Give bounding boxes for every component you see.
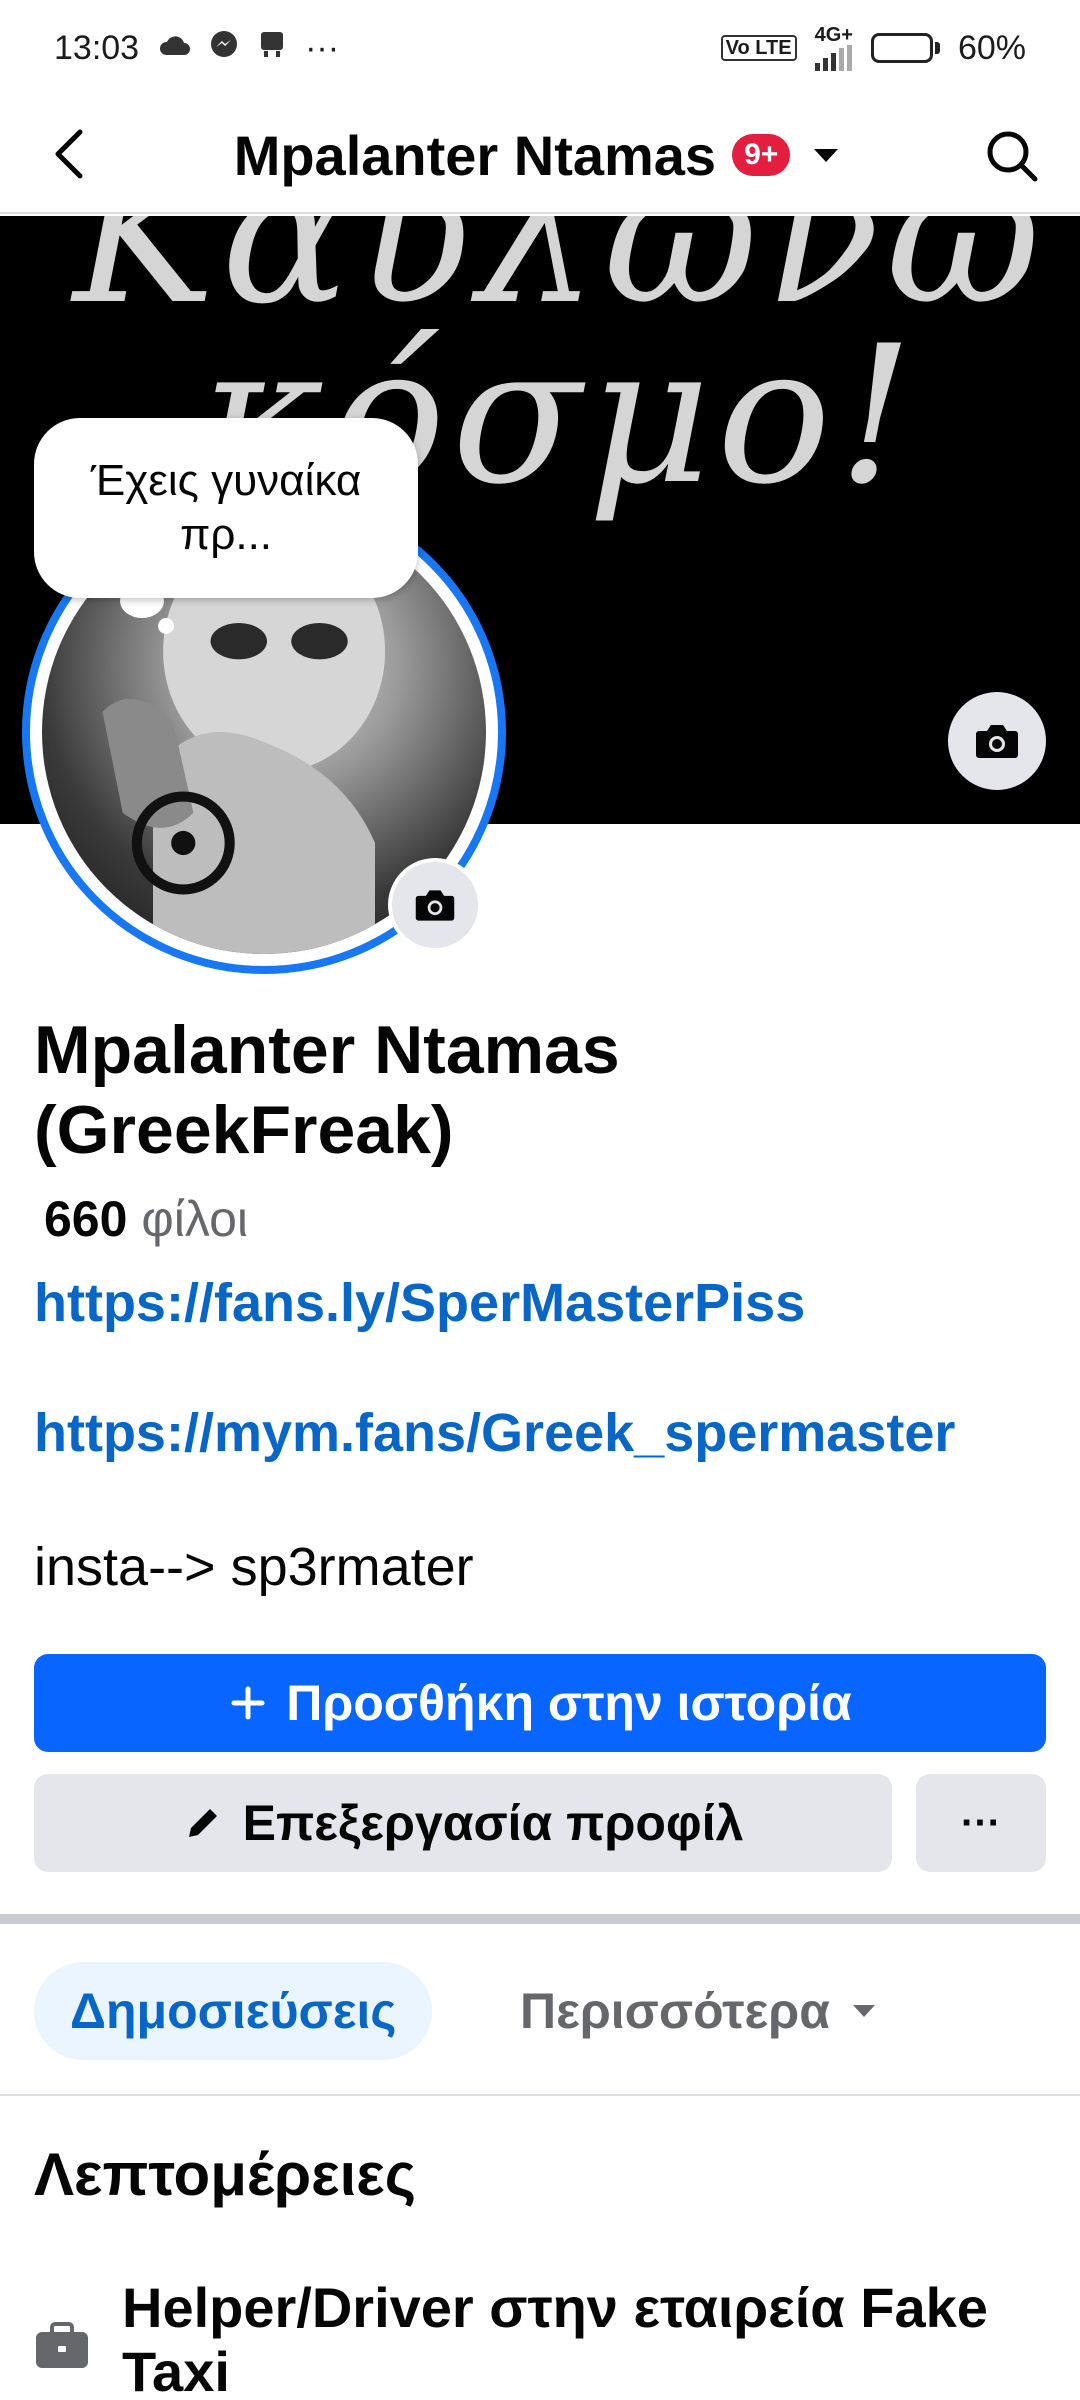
bio-link-fansly[interactable]: https://fans.ly/SperMasterPiss (34, 1272, 805, 1334)
status-left: 13:03 ··· (54, 29, 339, 68)
friends-label: φίλοι (141, 1191, 249, 1247)
details-heading: Λεπτομέρειες (34, 2141, 416, 2208)
signal-icon (814, 45, 852, 71)
battery-percent: 60% (957, 28, 1026, 67)
more-dots-icon: ··· (961, 1800, 1001, 1845)
network-indicator: 4G+ (814, 24, 853, 71)
more-notifications-icon: ··· (305, 28, 340, 67)
more-options-button[interactable]: ··· (916, 1774, 1046, 1872)
tab-posts[interactable]: Δημοσιεύσεις (34, 1962, 433, 2060)
chevron-down-icon (852, 2005, 875, 2017)
bio-link-mym[interactable]: https://mym.fans/Greek_spermaster (34, 1402, 955, 1464)
status-bar: 13:03 ··· Vo LTE 4G+ 60% (0, 0, 1080, 96)
camera-icon (976, 725, 1018, 758)
tab-posts-label: Δημοσιεύσεις (70, 1983, 397, 2039)
chevron-down-icon (806, 135, 846, 175)
section-divider (0, 1914, 1080, 1924)
profile-switcher[interactable]: Mpalanter Ntamas 9+ (0, 96, 1080, 214)
app-notification-icon (257, 29, 287, 67)
friends-count[interactable]: 660 φίλοι (44, 1190, 248, 1248)
add-to-story-label: Προσθήκη στην ιστορία (286, 1675, 852, 1731)
cloud-icon (157, 31, 191, 65)
bio-instagram-text: insta--> sp3rmater (34, 1537, 474, 1597)
profile-note-text: Έχεις γυναίκα πρ... (90, 456, 362, 559)
camera-icon (415, 890, 455, 921)
note-bubble-tail-dot (158, 618, 174, 634)
friends-number: 660 (44, 1191, 128, 1247)
plus-icon (231, 1686, 265, 1720)
notification-badge: 9+ (732, 134, 791, 176)
tabs-divider (0, 2094, 1080, 2096)
pencil-icon (188, 1809, 217, 1837)
search-icon (987, 131, 1038, 182)
network-type: 4G+ (814, 24, 853, 46)
add-to-story-button[interactable]: Προσθήκη στην ιστορία (34, 1654, 1046, 1752)
messenger-icon (209, 29, 239, 67)
status-time: 13:03 (54, 28, 140, 67)
tab-more[interactable]: Περισσότερα (520, 1962, 878, 2060)
edit-profile-label: Επεξεργασία προφίλ (242, 1795, 744, 1851)
edit-profile-picture-button[interactable] (388, 858, 482, 952)
app-header: Mpalanter Ntamas 9+ (0, 96, 1080, 214)
profile-note-bubble[interactable]: Έχεις γυναίκα πρ... (34, 418, 418, 598)
status-right: Vo LTE 4G+ 60% (720, 24, 1026, 71)
edit-profile-button[interactable]: Επεξεργασία προφίλ (34, 1774, 892, 1872)
profile-name: Mpalanter Ntamas (GreekFreak) (34, 1012, 620, 1168)
detail-work-text: Helper/Driver στην εταιρεία Fake Taxi (122, 2276, 988, 2400)
edit-cover-button[interactable] (948, 692, 1046, 790)
tab-more-label: Περισσότερα (520, 1983, 830, 2039)
battery-icon (870, 33, 940, 63)
header-title: Mpalanter Ntamas (233, 123, 717, 187)
volte-icon: Vo LTE (720, 35, 797, 61)
search-button[interactable] (980, 124, 1044, 188)
briefcase-icon (36, 2322, 88, 2368)
